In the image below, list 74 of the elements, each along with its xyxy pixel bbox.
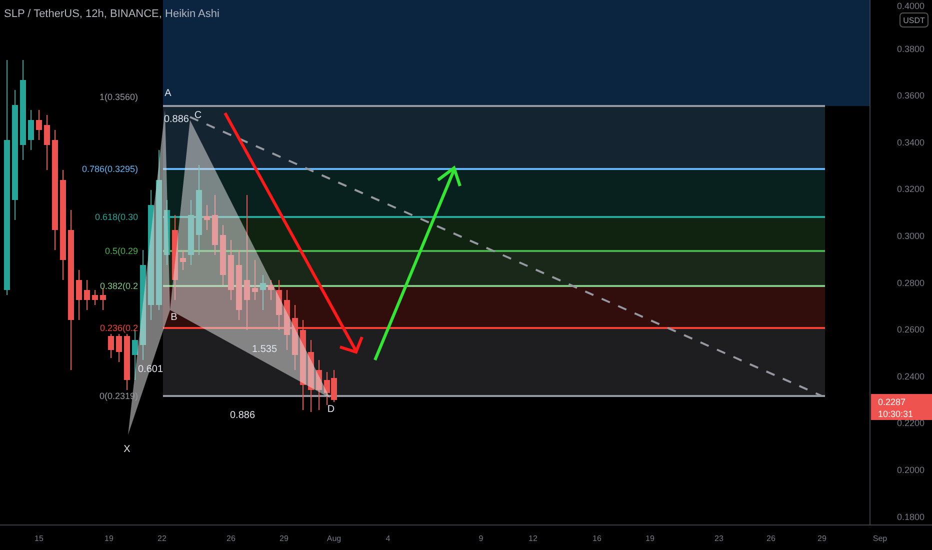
candle xyxy=(84,280,90,310)
date-tick-label: 26 xyxy=(766,534,776,543)
pattern-point-label: B xyxy=(170,312,178,323)
date-tick-label: 19 xyxy=(646,534,654,543)
date-tick-label: Sep xyxy=(872,534,888,543)
price-tick-label: 0.1800 xyxy=(897,512,925,522)
price-tick-label: 0.2000 xyxy=(897,465,925,475)
price-tick-label: 0.3800 xyxy=(897,44,925,54)
fib-level-label: 1(0.3560) xyxy=(99,92,138,102)
candle xyxy=(220,224,226,286)
candle xyxy=(260,274,266,310)
pattern-ratio-label: 1.535 xyxy=(252,344,278,355)
candle xyxy=(276,280,282,330)
pattern-point-label: D xyxy=(327,404,335,415)
candle xyxy=(284,290,290,350)
pattern-ratio-label: 0.886 xyxy=(164,114,189,125)
candle xyxy=(164,200,170,266)
up-arrow-icon xyxy=(374,166,462,361)
candle xyxy=(252,260,258,300)
price-tick-label: 0.2400 xyxy=(897,371,925,382)
pattern-point-label: A xyxy=(164,88,172,99)
date-tick-label: 4 xyxy=(386,534,390,543)
candle xyxy=(212,194,218,256)
candle xyxy=(292,304,298,370)
last-price-badge xyxy=(871,394,932,420)
fib-level-label: 0.618(0.30 xyxy=(94,212,138,222)
date-tick-label: 16 xyxy=(592,534,602,543)
date-tick-label: 9 xyxy=(478,534,484,543)
candle xyxy=(316,360,322,410)
candle xyxy=(204,204,210,230)
date-tick-label: Aug xyxy=(326,534,342,543)
pattern-point-label: C xyxy=(194,110,202,121)
date-tick-label: 12 xyxy=(528,534,538,543)
price-tick-label: 0.2800 xyxy=(897,278,925,288)
fib-level-label: 0.5(0.29 xyxy=(104,246,138,256)
date-tick-label: 15 xyxy=(34,534,44,543)
candle xyxy=(28,110,34,150)
price-tick-label: 0.3200 xyxy=(897,184,925,194)
date-tick-label: 29 xyxy=(818,534,826,543)
pattern-ratio-label: 0.886 xyxy=(230,410,256,421)
price-tick-label: 0.4000 xyxy=(897,1,925,11)
fib-level-label: 0.382(0.2 xyxy=(100,281,138,291)
candle xyxy=(36,110,42,140)
fib-level-label: 0.786(0.3295) xyxy=(82,164,138,174)
date-tick-label: 22 xyxy=(158,534,166,543)
price-tick-label: 0.3000 xyxy=(897,231,925,241)
date-tick-label: 29 xyxy=(280,534,288,543)
candle xyxy=(108,334,114,358)
fib-level-label: 0.236(0.2 xyxy=(100,323,138,333)
candle xyxy=(116,334,122,362)
down-arrow-icon xyxy=(224,112,364,354)
pattern-ratio-label: 0.601 xyxy=(138,364,164,375)
last-price: 0.2287 xyxy=(878,397,906,407)
candle xyxy=(44,114,50,170)
currency-label: USDT xyxy=(903,16,925,25)
candle xyxy=(124,334,130,390)
currency-badge[interactable] xyxy=(900,12,928,28)
candle-countdown: 10:30:31 xyxy=(878,409,914,419)
chart-title: SLP / TetherUS, 12h, BINANCE, Heikin Ashi xyxy=(4,8,220,20)
pattern-point-label: X xyxy=(124,444,130,455)
candle xyxy=(188,200,194,266)
candle xyxy=(92,290,98,306)
date-tick-label: 23 xyxy=(714,534,724,543)
price-tick-label: 0.3600 xyxy=(897,90,925,101)
date-tick-label: 26 xyxy=(226,534,236,543)
price-tick-label: 0.2600 xyxy=(897,324,925,335)
candle xyxy=(236,250,242,320)
price-tick-label: 0.3400 xyxy=(897,137,925,148)
candle xyxy=(268,280,274,300)
candle xyxy=(76,270,82,320)
candle xyxy=(228,240,234,300)
date-tick-label: 19 xyxy=(104,534,114,543)
price-tick-label: 0.2200 xyxy=(897,418,925,428)
candle xyxy=(180,250,186,270)
